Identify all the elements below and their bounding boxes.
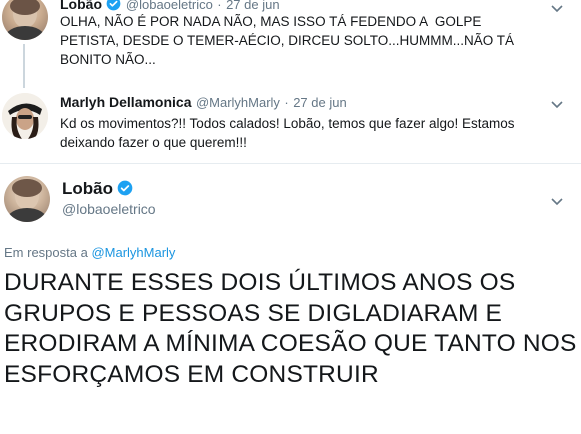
user-handle[interactable]: @lobaoeletrico: [126, 0, 213, 12]
separator-dot: ·: [217, 0, 222, 12]
reply-handle-link[interactable]: @MarlyhMarly: [91, 245, 175, 260]
chevron-down-icon[interactable]: [549, 193, 565, 209]
tweet-date[interactable]: 27 de jun: [293, 95, 347, 110]
tweet-text: OLHA, NÃO É POR NADA NÃO, MAS ISSO TÁ FE…: [60, 14, 518, 67]
avatar[interactable]: [4, 176, 50, 222]
avatar[interactable]: [2, 93, 48, 139]
main-tweet-text: DURANTE ESSES DOIS ÚLTIMOS ANOS OS GRUPO…: [4, 269, 577, 388]
chevron-down-icon[interactable]: [549, 96, 565, 112]
avatar[interactable]: [2, 0, 48, 40]
tweet-date[interactable]: 27 de jun: [226, 0, 280, 12]
reply-prefix: Em resposta a: [4, 245, 88, 260]
reply-context: Em resposta a @MarlyhMarly: [4, 245, 175, 260]
chevron-down-icon[interactable]: [549, 0, 565, 16]
main-tweet-header: Lobão: [62, 179, 133, 201]
user-name[interactable]: Lobão: [62, 179, 113, 198]
tweet-text: Kd os movimentos?!! Todos calados! Lobão…: [60, 116, 519, 150]
verified-badge-icon: [117, 180, 133, 201]
user-name[interactable]: Lobão: [60, 0, 102, 12]
tweet-header: Marlyh Dellamonica @MarlyhMarly · 27 de …: [60, 94, 347, 112]
separator-dot: ·: [284, 95, 289, 110]
user-handle[interactable]: @MarlyhMarly: [196, 95, 280, 110]
user-handle[interactable]: @lobaoeletrico: [62, 201, 156, 217]
divider: [0, 163, 581, 164]
user-name[interactable]: Marlyh Dellamonica: [60, 94, 192, 110]
thread-connector: [23, 44, 25, 88]
